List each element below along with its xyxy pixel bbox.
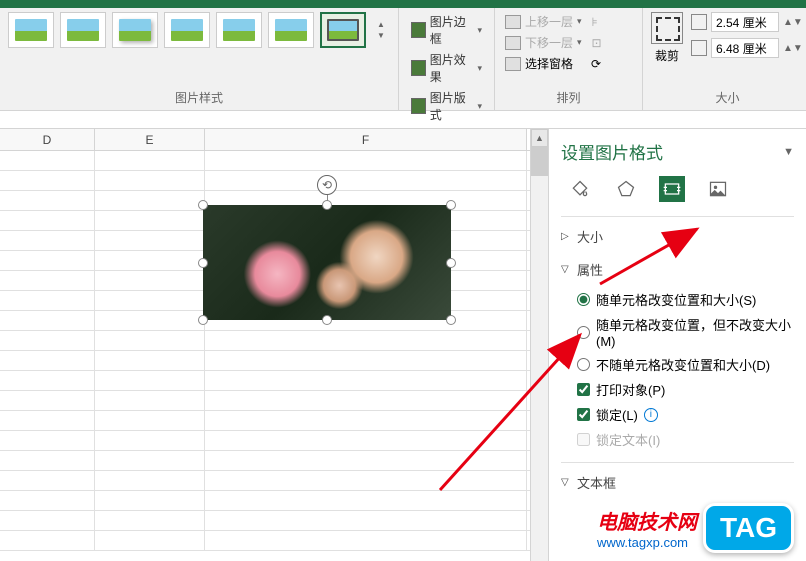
style-thumb-7[interactable] [320,12,366,48]
effect-icon [411,60,426,76]
effects-tab[interactable] [613,176,639,202]
resize-handle-tl[interactable] [198,200,208,210]
width-icon [691,40,707,56]
column-headers: D E F [0,129,530,151]
caret-right-icon: ▷ [561,231,571,242]
layout-icon [411,98,426,114]
resize-handle-mr[interactable] [446,258,456,268]
format-picture-pane: 设置图片格式 ▼ ▷ 大小 ▽ [548,129,806,561]
picture-icon [708,179,728,199]
style-thumb-6[interactable] [268,12,314,48]
selection-pane-icon [505,57,521,71]
style-thumb-2[interactable] [60,12,106,48]
pane-tabs [561,176,794,202]
watermark-url: www.tagxp.com [597,535,697,550]
pane-title-text: 设置图片格式 [561,139,663,164]
picture-tab[interactable] [705,176,731,202]
pane-menu-button[interactable]: ▼ [783,146,794,158]
picture-border-button[interactable]: 图片边框▾ [407,12,486,48]
picture-styles-gallery[interactable]: ▲▼ [8,12,390,48]
border-icon [411,22,426,38]
tag-badge: TAG [703,503,794,553]
selected-picture[interactable]: ⟲ [203,205,451,320]
scroll-thumb[interactable] [531,147,548,176]
col-header-D[interactable]: D [0,129,95,150]
group-label-styles: 图片样式 [8,87,390,108]
style-thumb-1[interactable] [8,12,54,48]
selection-pane-button[interactable]: 选择窗格 ⟳ [503,54,634,73]
caret-down-icon: ▽ [561,264,571,275]
size-section-header[interactable]: ▷ 大小 [561,223,794,250]
watermark-title: 电脑技术网 [597,506,697,535]
picture-content [203,205,451,320]
pentagon-icon [616,179,636,199]
print-object-checkbox[interactable]: 打印对象(P) [577,377,794,402]
resize-handle-tr[interactable] [446,200,456,210]
no-move-no-size-radio[interactable]: 不随单元格改变位置和大小(D) [577,352,794,377]
ribbon-tabs [0,0,806,8]
paint-bucket-icon [570,179,590,199]
properties-section-header[interactable]: ▽ 属性 [561,256,794,283]
vertical-scrollbar[interactable]: ▲ [530,129,548,561]
send-backward-icon [505,36,521,50]
ribbon: ▲▼ 图片样式 图片边框▾ 图片效果▾ 图片版式▾ 上移一层▾ ⊧ 下移一层▾ … [0,8,806,111]
fill-tab[interactable] [567,176,593,202]
locked-checkbox[interactable]: 锁定(L) i [577,402,794,427]
picture-effect-button[interactable]: 图片效果▾ [407,50,486,86]
lock-text-checkbox: 锁定文本(I) [577,427,794,452]
resize-handle-mt[interactable] [322,200,332,210]
info-icon[interactable]: i [644,408,658,422]
style-thumb-3[interactable] [112,12,158,48]
style-thumb-5[interactable] [216,12,262,48]
crop-button[interactable]: 裁剪 [651,12,683,64]
caret-down-icon: ▽ [561,477,571,488]
watermark: 电脑技术网 www.tagxp.com TAG [597,503,794,553]
rotate-handle[interactable]: ⟲ [317,175,337,195]
width-input[interactable] [711,38,779,58]
textbox-section-header[interactable]: ▽ 文本框 [561,469,794,496]
resize-handle-ml[interactable] [198,258,208,268]
height-input[interactable] [711,12,779,32]
gallery-more-button[interactable]: ▲▼ [372,12,390,48]
style-thumb-4[interactable] [164,12,210,48]
picture-layout-button[interactable]: 图片版式▾ [407,88,486,124]
bring-forward-button[interactable]: 上移一层▾ ⊧ [503,12,634,31]
col-header-E[interactable]: E [95,129,205,150]
group-label-size: 大小 [651,87,804,108]
send-backward-button[interactable]: 下移一层▾ ⊡ [503,33,634,52]
resize-handle-bl[interactable] [198,315,208,325]
size-properties-tab[interactable] [659,176,685,202]
size-icon [662,179,682,199]
group-label-arrange: 排列 [503,87,634,108]
move-size-with-cells-radio[interactable]: 随单元格改变位置和大小(S) [577,287,794,312]
move-no-size-radio[interactable]: 随单元格改变位置，但不改变大小(M) [577,312,794,352]
resize-handle-mb[interactable] [322,315,332,325]
col-header-F[interactable]: F [205,129,527,150]
resize-handle-br[interactable] [446,315,456,325]
bring-forward-icon [505,15,521,29]
scroll-up-button[interactable]: ▲ [531,129,548,147]
crop-icon [651,12,683,44]
height-icon [691,14,707,30]
formula-bar-stub [0,111,806,129]
worksheet[interactable]: D E F ⟲ [0,129,530,561]
